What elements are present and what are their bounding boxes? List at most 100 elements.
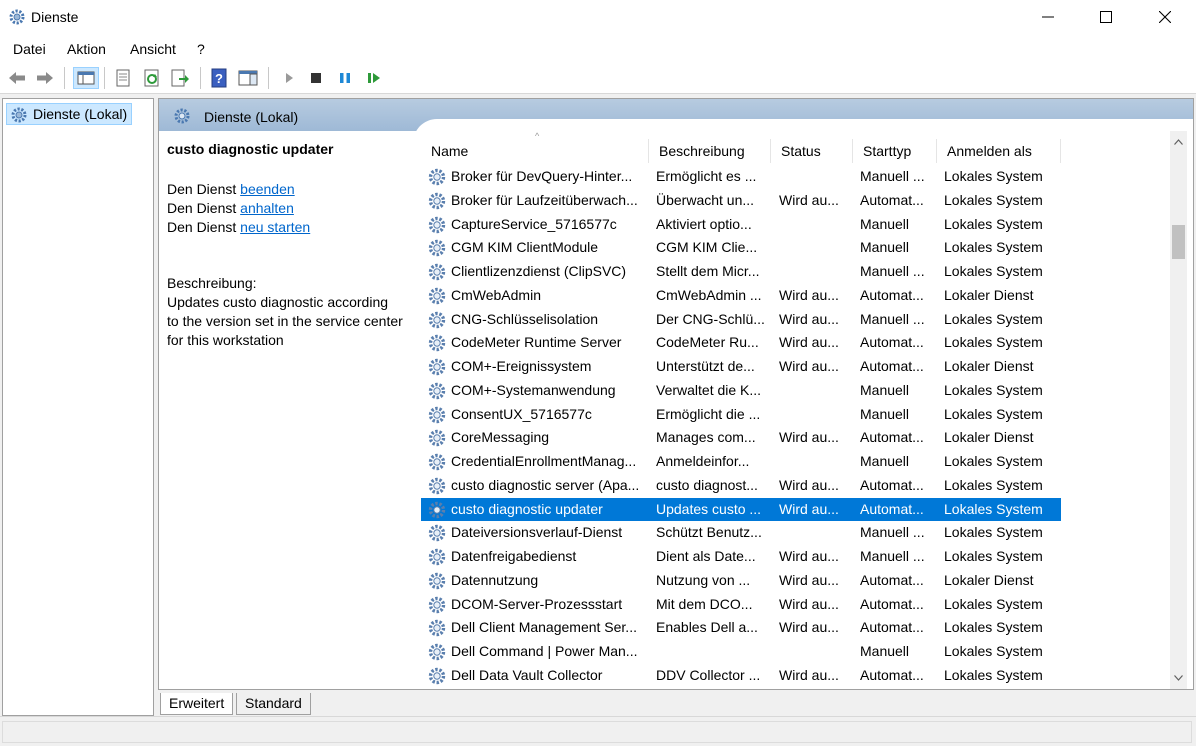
table-row[interactable]: CredentialEnrollmentManag... Anmeldeinfor…: [421, 450, 1061, 474]
service-gear-icon: [427, 452, 447, 472]
table-row[interactable]: Dell Client Management Ser... Enables Del…: [421, 616, 1061, 640]
service-starttype-cell: Manuell: [860, 381, 910, 398]
service-description-cell: Überwacht un...: [656, 191, 755, 208]
action-stop-line: Den Dienst beenden: [167, 181, 295, 197]
service-name-cell: DCOM-Server-Prozessstart: [451, 595, 623, 612]
vertical-scrollbar[interactable]: [1170, 131, 1187, 689]
table-row[interactable]: CodeMeter Runtime Server CodeMeter Ru... W…: [421, 331, 1061, 355]
scroll-down-arrow-icon[interactable]: [1170, 671, 1187, 685]
service-logon-cell: Lokales System: [944, 191, 1043, 208]
service-name-cell: Broker für DevQuery-Hinter...: [451, 168, 633, 184]
service-logon-cell: Lokales System: [944, 263, 1043, 279]
service-starttype-cell: Manuell: [860, 405, 910, 422]
service-status-cell: Wird au...: [779, 310, 839, 327]
restart-service-link[interactable]: neu starten: [240, 219, 310, 235]
service-name-cell: COM+-Ereignissystem: [451, 358, 592, 374]
service-starttype-cell: Manuell ...: [860, 524, 925, 541]
export-list-icon[interactable]: [169, 67, 191, 89]
menu-ansicht[interactable]: Ansicht: [130, 41, 176, 57]
table-row[interactable]: CoreMessaging Manages com... Wird au... Aut…: [421, 426, 1061, 450]
menu-aktion[interactable]: Aktion: [67, 41, 106, 57]
service-logon-cell: Lokaler Dienst: [944, 358, 1034, 374]
stop-service-link[interactable]: beenden: [240, 181, 295, 197]
scrollbar-thumb[interactable]: [1172, 225, 1185, 259]
table-row[interactable]: COM+-Systemanwendung Verwaltet die K... Ma…: [421, 379, 1061, 403]
table-row[interactable]: CmWebAdmin CmWebAdmin ... Wird au... Automa…: [421, 284, 1061, 308]
service-description-cell: Unterstützt de...: [656, 358, 755, 374]
service-description-cell: CmWebAdmin ...: [656, 286, 762, 303]
column-header-name[interactable]: Name: [421, 139, 649, 163]
table-row[interactable]: Dell Data Vault Collector DDV Collector .…: [421, 664, 1061, 688]
service-description-cell: Stellt dem Micr...: [656, 263, 760, 279]
view-tabs: Erweitert Standard: [158, 691, 1194, 715]
table-row[interactable]: Datenfreigabedienst Dient als Date... Wird…: [421, 545, 1061, 569]
service-description-cell: Anmeldeinfor...: [656, 453, 750, 469]
service-logon-cell: Lokales System: [944, 310, 1043, 327]
help-icon[interactable]: ?: [208, 67, 230, 89]
refresh-icon[interactable]: [141, 67, 163, 89]
service-starttype-cell: Automat...: [860, 358, 924, 374]
service-status-cell: Wird au...: [779, 548, 839, 564]
service-logon-cell: Lokales System: [944, 239, 1043, 256]
service-name-cell: CGM KIM ClientModule: [451, 239, 599, 256]
service-description-cell: Updates custo ...: [656, 500, 762, 517]
table-row[interactable]: custo diagnostic updater Updates custo ..…: [421, 497, 1061, 522]
service-logon-cell: Lokales System: [944, 381, 1043, 398]
service-logon-cell: Lokales System: [944, 619, 1043, 636]
service-gear-icon: [427, 238, 447, 258]
stop-icon[interactable]: [305, 67, 327, 89]
service-description-cell: Nutzung von ...: [656, 571, 751, 588]
service-status-cell: Wird au...: [779, 571, 839, 588]
table-row[interactable]: ConsentUX_5716577c Ermöglicht die ... Manu…: [421, 403, 1061, 427]
table-row[interactable]: DCOM-Server-Prozessstart Mit dem DCO... Wi…: [421, 593, 1061, 617]
table-row[interactable]: Clientlizenzdienst (ClipSVC) Stellt dem M…: [421, 260, 1061, 284]
tab-standard[interactable]: Standard: [236, 693, 311, 715]
pause-service-link[interactable]: anhalten: [240, 200, 294, 216]
description-label: Beschreibung:: [167, 275, 257, 291]
table-row[interactable]: COM+-Ereignissystem Unterstützt de... Wird…: [421, 355, 1061, 379]
tree-item-label: Dienste (Lokal): [33, 106, 128, 122]
table-row[interactable]: custo diagnostic server (Apa... custo dia…: [421, 474, 1061, 498]
service-description-cell: custo diagnost...: [656, 476, 758, 493]
column-header-description[interactable]: Beschreibung: [649, 139, 771, 163]
table-row[interactable]: Datennutzung Nutzung von ... Wird au... Aut…: [421, 569, 1061, 593]
table-row[interactable]: CNG-Schlüsselisolation Der CNG-Schlü... Wi…: [421, 308, 1061, 332]
table-row[interactable]: CaptureService_5716577c Aktiviert optio..…: [421, 213, 1061, 237]
table-row[interactable]: Broker für DevQuery-Hinter... Ermöglicht …: [421, 165, 1061, 189]
scroll-up-arrow-icon[interactable]: [1170, 135, 1187, 149]
menu-help[interactable]: ?: [197, 41, 205, 57]
table-row[interactable]: Dateiversionsverlauf-Dienst Schützt Benut…: [421, 521, 1061, 545]
service-name-cell: Datenfreigabedienst: [451, 548, 577, 564]
tree-item-services-local[interactable]: Dienste (Lokal): [6, 103, 133, 125]
service-status-cell: Wird au...: [779, 429, 839, 446]
back-arrow-icon[interactable]: [6, 67, 28, 89]
service-starttype-cell: Automat...: [860, 595, 924, 612]
service-gear-icon: [427, 381, 447, 401]
service-gear-icon: [427, 333, 447, 353]
service-starttype-cell: Automat...: [860, 286, 924, 303]
column-header-logon[interactable]: Anmelden als: [937, 139, 1061, 163]
restart-icon[interactable]: [363, 67, 385, 89]
service-name-cell: ConsentUX_5716577c: [451, 405, 592, 422]
console-tree-icon[interactable]: [73, 67, 99, 89]
service-status-cell: Wird au...: [779, 666, 839, 683]
minimize-button[interactable]: [1019, 0, 1077, 34]
maximize-button[interactable]: [1077, 0, 1135, 34]
service-starttype-cell: Automat...: [860, 666, 924, 683]
table-row[interactable]: CGM KIM ClientModule CGM KIM Clie... Manue…: [421, 236, 1061, 260]
column-header-status[interactable]: Status: [771, 139, 853, 163]
start-icon[interactable]: [278, 67, 300, 89]
forward-arrow-icon[interactable]: [34, 67, 56, 89]
service-starttype-cell: Automat...: [860, 429, 924, 446]
properties-icon[interactable]: [112, 67, 134, 89]
table-row[interactable]: Broker für Laufzeitüberwach... Überwacht …: [421, 189, 1061, 213]
menu-datei[interactable]: Datei: [13, 41, 46, 57]
service-name-cell: COM+-Systemanwendung: [451, 381, 616, 398]
tab-extended[interactable]: Erweitert: [160, 693, 234, 715]
pause-icon[interactable]: [334, 67, 356, 89]
column-header-starttype[interactable]: Starttyp: [853, 139, 937, 163]
table-row[interactable]: Dell Command | Power Man... Manuell Lokale…: [421, 640, 1061, 664]
show-hide-action-pane-icon[interactable]: [237, 67, 259, 89]
service-description-cell: Verwaltet die K...: [656, 381, 762, 398]
close-button[interactable]: [1136, 0, 1194, 34]
